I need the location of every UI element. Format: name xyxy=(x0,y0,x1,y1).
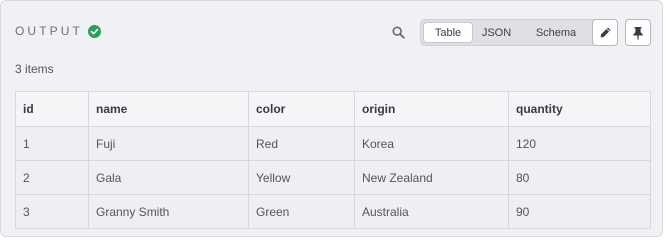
table-cell: 1 xyxy=(15,126,89,161)
table-row: 2 Gala Yellow New Zealand 80 xyxy=(15,160,651,195)
table-cell: Australia xyxy=(354,194,509,229)
output-panel: OUTPUT Table JSON Schema 3 items id name… xyxy=(0,0,663,237)
table-cell: 90 xyxy=(508,194,651,229)
search-icon xyxy=(391,25,405,39)
table-cell: Red xyxy=(248,126,355,161)
column-header-color[interactable]: color xyxy=(248,91,355,127)
column-header-origin[interactable]: origin xyxy=(354,91,509,127)
pin-button[interactable] xyxy=(625,19,651,46)
table-row: 1 Fuji Red Korea 120 xyxy=(15,126,651,161)
item-count: 3 items xyxy=(15,62,54,76)
tab-json[interactable]: JSON xyxy=(473,22,520,43)
edit-button[interactable] xyxy=(592,19,618,46)
tab-schema[interactable]: Schema xyxy=(520,22,592,43)
output-title: OUTPUT xyxy=(15,24,101,38)
table-row: 3 Granny Smith Green Australia 90 xyxy=(15,194,651,229)
table-cell: 3 xyxy=(15,194,89,229)
table-header-row: id name color origin quantity xyxy=(15,91,651,127)
table-cell: 80 xyxy=(508,160,651,195)
output-title-text: OUTPUT xyxy=(15,24,83,38)
column-header-quantity[interactable]: quantity xyxy=(508,91,651,127)
check-circle-icon xyxy=(87,24,101,38)
table-cell: 120 xyxy=(508,126,651,161)
column-header-id[interactable]: id xyxy=(15,91,89,127)
table-cell: Yellow xyxy=(248,160,355,195)
table-cell: 2 xyxy=(15,160,89,195)
table-cell: Gala xyxy=(88,160,249,195)
pencil-icon xyxy=(600,27,611,38)
output-table: id name color origin quantity 1 Fuji Red… xyxy=(15,91,651,229)
pin-icon xyxy=(633,26,643,39)
view-mode-toggle: Table JSON Schema xyxy=(420,19,597,46)
table-cell: Korea xyxy=(354,126,509,161)
output-header: OUTPUT Table JSON Schema xyxy=(15,17,651,47)
table-cell: New Zealand xyxy=(354,160,509,195)
search-button[interactable] xyxy=(389,23,407,41)
table-cell: Fuji xyxy=(88,126,249,161)
table-cell: Green xyxy=(248,194,355,229)
table-cell: Granny Smith xyxy=(88,194,249,229)
tab-table[interactable]: Table xyxy=(423,22,473,43)
column-header-name[interactable]: name xyxy=(88,91,249,127)
